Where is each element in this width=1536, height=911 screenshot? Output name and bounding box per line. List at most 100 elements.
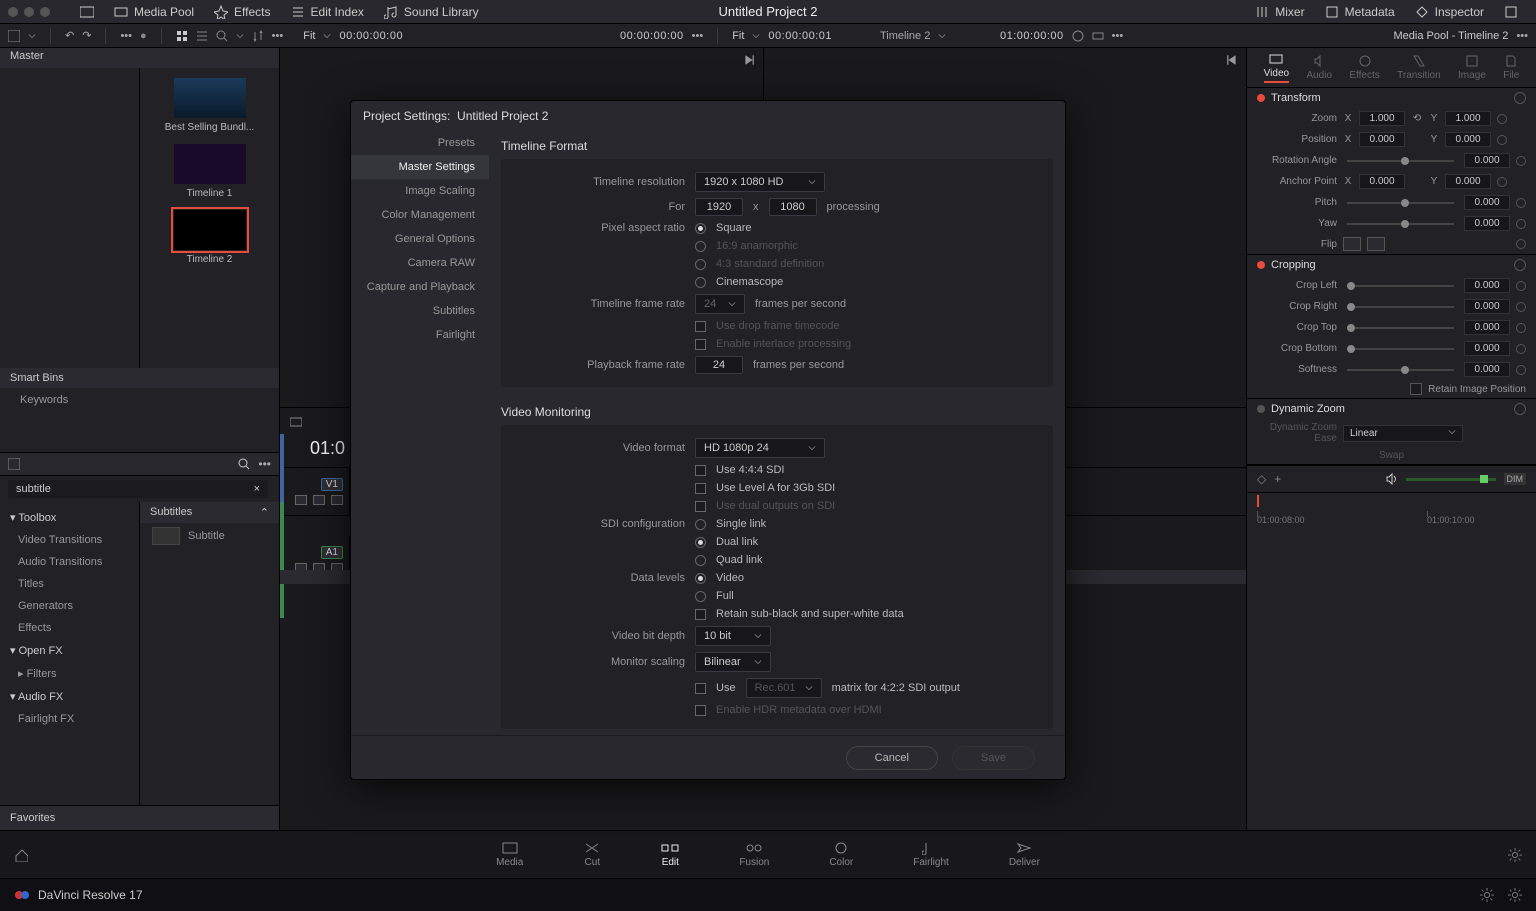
crop-bottom-input[interactable]: 0.000: [1464, 341, 1510, 356]
project-settings-icon[interactable]: [1508, 848, 1522, 862]
rec-options-icon[interactable]: •••: [1112, 30, 1124, 42]
filters-item[interactable]: ▸ Filters: [0, 662, 139, 685]
anchor-y-input[interactable]: 0.000: [1445, 174, 1491, 189]
cancel-button[interactable]: Cancel: [846, 746, 938, 770]
more-icon[interactable]: •••: [120, 30, 132, 42]
inspector-options-icon[interactable]: •••: [1516, 30, 1528, 42]
reset-icon[interactable]: [1516, 219, 1526, 229]
undo-icon[interactable]: ↶: [65, 29, 74, 42]
minimize-window-icon[interactable]: [24, 7, 34, 17]
effects-category[interactable]: Effects: [0, 617, 139, 639]
maximize-window-icon[interactable]: [40, 7, 50, 17]
toolbox-category[interactable]: ▾ Toolbox: [0, 506, 139, 529]
favorites-section[interactable]: Favorites: [0, 805, 279, 830]
fairlightfx-item[interactable]: Fairlight FX: [0, 708, 139, 730]
nav-presets[interactable]: Presets: [351, 131, 489, 155]
src-fit-dropdown[interactable]: Fit: [303, 30, 315, 42]
cropping-section-header[interactable]: Cropping: [1247, 255, 1536, 275]
subtitles-header[interactable]: Subtitles⌃: [140, 502, 279, 523]
ease-dropdown[interactable]: Linear: [1343, 425, 1463, 442]
playback-framerate-input[interactable]: [695, 356, 743, 374]
par-cinemascope-radio[interactable]: [695, 277, 706, 288]
tab-audio[interactable]: Audio: [1306, 54, 1332, 81]
crop-bottom-slider[interactable]: [1347, 348, 1454, 350]
page-fusion[interactable]: Fusion: [739, 841, 769, 868]
window-controls[interactable]: [8, 7, 50, 17]
preferences-icon[interactable]: [1508, 888, 1522, 902]
nav-color-management[interactable]: Color Management: [351, 203, 489, 227]
track-badge-a1[interactable]: A1: [321, 546, 343, 559]
list-view-icon[interactable]: [196, 30, 208, 42]
tab-file[interactable]: File: [1503, 54, 1519, 81]
settings-icon[interactable]: [1480, 888, 1494, 902]
mini-timeline[interactable]: 01:00:08:00 01:00:10:00: [1247, 492, 1536, 532]
page-deliver[interactable]: Deliver: [1009, 841, 1040, 868]
tab-video[interactable]: Video: [1264, 52, 1289, 83]
reset-icon[interactable]: [1516, 365, 1526, 375]
record-icon[interactable]: ●: [140, 30, 147, 42]
lock-icon[interactable]: [295, 495, 307, 505]
page-edit[interactable]: Edit: [661, 841, 679, 868]
src-options-icon[interactable]: •••: [692, 30, 704, 42]
crop-right-slider[interactable]: [1347, 306, 1454, 308]
sdi-quad-radio[interactable]: [695, 555, 706, 566]
reset-icon[interactable]: [1516, 302, 1526, 312]
titles-category[interactable]: Titles: [0, 573, 139, 595]
nav-fairlight[interactable]: Fairlight: [351, 323, 489, 347]
reset-icon[interactable]: [1516, 344, 1526, 354]
rotation-input[interactable]: 0.000: [1464, 153, 1510, 168]
media-pool-toggle[interactable]: Media Pool: [104, 5, 204, 19]
close-window-icon[interactable]: [8, 7, 18, 17]
bit-depth-dropdown[interactable]: 10 bit: [695, 626, 771, 646]
dynamic-zoom-section-header[interactable]: Dynamic Zoom: [1247, 399, 1536, 419]
clear-search-icon[interactable]: ×: [254, 483, 260, 495]
flip-v-button[interactable]: [1367, 237, 1385, 251]
pos-x-input[interactable]: 0.000: [1359, 132, 1405, 147]
reset-icon[interactable]: [1516, 239, 1526, 249]
softness-input[interactable]: 0.000: [1464, 362, 1510, 377]
keyframe-in-icon[interactable]: +: [1274, 472, 1281, 486]
loop-icon[interactable]: [1092, 30, 1104, 42]
nav-general-options[interactable]: General Options: [351, 227, 489, 251]
reset-icon[interactable]: [1516, 281, 1526, 291]
transform-section-header[interactable]: Transform: [1247, 88, 1536, 108]
retain-subblack-checkbox[interactable]: [695, 609, 706, 620]
options-icon[interactable]: •••: [272, 30, 284, 42]
metadata-toggle[interactable]: Metadata: [1315, 5, 1405, 19]
sound-library-toggle[interactable]: Sound Library: [374, 5, 489, 19]
tab-transition[interactable]: Transition: [1397, 54, 1441, 81]
next-icon[interactable]: [743, 54, 755, 66]
timeline-thumbnail[interactable]: [173, 143, 247, 185]
reset-icon[interactable]: [1497, 177, 1507, 187]
workspace-button[interactable]: [70, 5, 104, 19]
generators-category[interactable]: Generators: [0, 595, 139, 617]
page-media[interactable]: Media: [496, 841, 523, 868]
bypass-icon[interactable]: [1072, 30, 1084, 42]
layout-icon[interactable]: [8, 30, 20, 42]
reset-icon[interactable]: [1514, 403, 1526, 415]
reset-icon[interactable]: [1516, 156, 1526, 166]
panel-layout-icon[interactable]: [8, 458, 20, 470]
sdi-dual-radio[interactable]: [695, 537, 706, 548]
edit-index-toggle[interactable]: Edit Index: [281, 5, 374, 19]
audio-transitions[interactable]: Audio Transitions: [0, 551, 139, 573]
src-timecode[interactable]: 00:00:00:00: [339, 30, 403, 42]
options-icon[interactable]: •••: [258, 457, 271, 471]
nav-camera-raw[interactable]: Camera RAW: [351, 251, 489, 275]
flip-h-button[interactable]: [1343, 237, 1361, 251]
page-fairlight[interactable]: Fairlight: [913, 841, 949, 868]
reset-icon[interactable]: [1514, 259, 1526, 271]
timeline-thumbnail-selected[interactable]: [173, 209, 247, 251]
nav-capture-playback[interactable]: Capture and Playback: [351, 275, 489, 299]
timeline-dropdown[interactable]: Timeline 2: [880, 30, 930, 42]
nav-master-settings[interactable]: Master Settings: [351, 155, 489, 179]
auto-select-icon[interactable]: [313, 495, 325, 505]
smart-bins-header[interactable]: Smart Bins: [0, 368, 279, 388]
mini-playhead[interactable]: [1257, 495, 1259, 507]
retain-position-checkbox[interactable]: [1410, 383, 1422, 395]
anchor-x-input[interactable]: 0.000: [1359, 174, 1405, 189]
rec-fit-dropdown[interactable]: Fit: [732, 30, 744, 42]
crop-left-slider[interactable]: [1347, 285, 1454, 287]
reset-icon[interactable]: [1497, 114, 1507, 124]
audiofx-category[interactable]: ▾ Audio FX: [0, 685, 139, 708]
